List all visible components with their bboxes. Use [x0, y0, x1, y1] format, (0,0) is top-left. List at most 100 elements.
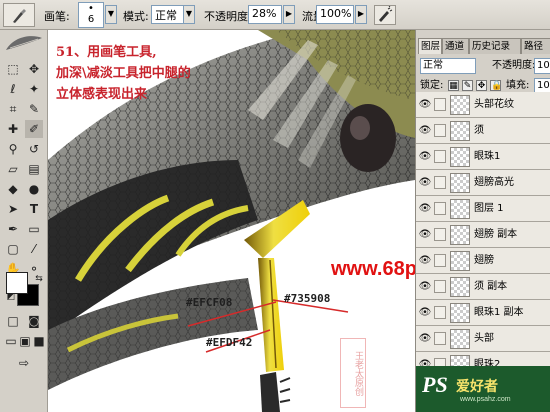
- mode-label: 模式:: [123, 10, 149, 23]
- flow-input[interactable]: 100%: [316, 5, 354, 24]
- airbrush-icon: [379, 5, 393, 22]
- photoshop-window: 画笔: • 6 ▼ 模式: 正常 ▼ 不透明度: 28% ▶ 流量: 100% …: [0, 0, 550, 412]
- tab-paths[interactable]: 路径: [521, 38, 550, 54]
- layer-name: 须 副本: [474, 281, 508, 292]
- jump-to-imageready-icon[interactable]: ⇨: [10, 354, 38, 372]
- standard-mode-icon[interactable]: □: [4, 312, 22, 330]
- screen-mode-full-icon[interactable]: ■: [30, 332, 48, 350]
- color-callout-light-yellow: #EFCF08: [186, 296, 233, 309]
- healing-brush-tool-icon[interactable]: ✚: [4, 120, 22, 138]
- instruction-text: 51、用画笔工具, 加深\减淡工具把中腿的 立体感表现出来: [56, 42, 191, 105]
- eye-icon[interactable]: 👁: [418, 98, 432, 112]
- mode-dropdown-arrow[interactable]: ▼: [183, 5, 195, 24]
- dodge-tool-icon[interactable]: ●: [25, 180, 43, 198]
- shape-tool-icon[interactable]: ▭: [25, 220, 43, 238]
- quick-mask-mode-icon[interactable]: ◙: [25, 312, 43, 330]
- lock-all-icon[interactable]: 🔒: [490, 80, 502, 91]
- eye-icon[interactable]: 👁: [418, 306, 432, 320]
- layer-name: 须: [474, 125, 484, 136]
- lock-position-icon[interactable]: ✥: [476, 80, 487, 91]
- crop-tool-icon[interactable]: ⌗: [4, 100, 22, 118]
- flow-dropdown-arrow[interactable]: ▶: [355, 5, 367, 24]
- site-watermark: www.68ps.com: [331, 258, 415, 280]
- layer-name: 头部: [474, 333, 494, 344]
- blur-tool-icon[interactable]: ◆: [4, 180, 22, 198]
- layer-opacity-label: 不透明度:: [492, 60, 536, 71]
- instruction-line-1: 51、用画笔工具,: [56, 45, 157, 60]
- eyedropper-tool-icon[interactable]: ⁄: [25, 240, 43, 258]
- eye-icon[interactable]: 👁: [418, 202, 432, 216]
- eye-icon[interactable]: 👁: [418, 124, 432, 138]
- pen-tool-icon[interactable]: ✒: [4, 220, 22, 238]
- opacity-dropdown-arrow[interactable]: ▶: [283, 5, 295, 24]
- default-colors-icon[interactable]: ◩: [2, 288, 20, 306]
- eye-icon[interactable]: 👁: [418, 150, 432, 164]
- psahz-logo: PS 爱好者 www.psahz.com: [416, 366, 550, 412]
- layer-name: 翅膀 副本: [474, 229, 518, 240]
- notes-tool-icon[interactable]: ▢: [4, 240, 22, 258]
- layer-row[interactable]: 👁 头部花纹: [416, 92, 550, 118]
- link-box[interactable]: [434, 228, 446, 241]
- history-brush-tool-icon[interactable]: ↺: [25, 140, 43, 158]
- link-box[interactable]: [434, 98, 446, 111]
- brush-picker[interactable]: • 6: [78, 2, 104, 28]
- opacity-input[interactable]: 28%: [248, 5, 282, 24]
- layer-name: 图层 1: [474, 203, 504, 214]
- link-box[interactable]: [434, 150, 446, 163]
- eye-icon[interactable]: 👁: [418, 228, 432, 242]
- eye-icon[interactable]: 👁: [418, 176, 432, 190]
- lock-transparency-icon[interactable]: ▦: [448, 80, 459, 91]
- eye-icon[interactable]: 👁: [418, 332, 432, 346]
- layer-row[interactable]: 👁 图层 1: [416, 196, 550, 222]
- color-callout-pale-yellow: #EFDF42: [206, 336, 253, 349]
- clone-stamp-tool-icon[interactable]: ⚲: [4, 140, 22, 158]
- panel-tabs: 图层 通道 历史记录 路径: [416, 38, 550, 54]
- tool-preset-picker[interactable]: [3, 3, 35, 27]
- layer-row[interactable]: 👁 须 副本: [416, 274, 550, 300]
- type-tool-icon[interactable]: T: [25, 200, 43, 218]
- eye-icon[interactable]: 👁: [418, 254, 432, 268]
- brush-dropdown-arrow[interactable]: ▼: [105, 5, 117, 24]
- eye-icon[interactable]: 👁: [418, 280, 432, 294]
- brush-tool-icon[interactable]: ✐: [25, 120, 43, 138]
- link-box[interactable]: [434, 254, 446, 267]
- layer-row[interactable]: 👁 翅膀: [416, 248, 550, 274]
- airbrush-toggle[interactable]: [374, 5, 396, 25]
- lasso-tool-icon[interactable]: ℓ: [4, 80, 22, 98]
- magic-wand-tool-icon[interactable]: ✦: [25, 80, 43, 98]
- layer-thumbnail: [450, 95, 470, 115]
- layer-name: 翅膀高光: [474, 177, 514, 188]
- link-box[interactable]: [434, 306, 446, 319]
- link-box[interactable]: [434, 176, 446, 189]
- eraser-tool-icon[interactable]: ▱: [4, 160, 22, 178]
- marquee-tool-icon[interactable]: ⬚: [4, 60, 22, 78]
- swap-colors-icon[interactable]: ⇆: [30, 270, 48, 288]
- layer-thumbnail: [450, 173, 470, 193]
- layer-row[interactable]: 👁 翅膀高光: [416, 170, 550, 196]
- link-box[interactable]: [434, 332, 446, 345]
- layer-row[interactable]: 👁 头部: [416, 326, 550, 352]
- layer-row[interactable]: 👁 眼珠1: [416, 144, 550, 170]
- link-box[interactable]: [434, 280, 446, 293]
- layer-opacity-input[interactable]: 100: [534, 58, 550, 74]
- blend-mode-select[interactable]: 正常: [420, 58, 476, 74]
- lock-paint-icon[interactable]: ✎: [462, 80, 473, 91]
- tab-channels[interactable]: 通道: [442, 38, 469, 54]
- layer-row[interactable]: 👁 须: [416, 118, 550, 144]
- instruction-line-2: 加深\减淡工具把中腿的: [56, 66, 191, 81]
- slice-tool-icon[interactable]: ✎: [25, 100, 43, 118]
- layer-row[interactable]: 👁 翅膀 副本: [416, 222, 550, 248]
- move-tool-icon[interactable]: ✥: [25, 60, 43, 78]
- tab-layers[interactable]: 图层: [418, 38, 442, 54]
- options-bar: 画笔: • 6 ▼ 模式: 正常 ▼ 不透明度: 28% ▶ 流量: 100% …: [0, 0, 550, 30]
- author-seal: 王老太原创: [340, 338, 366, 408]
- link-box[interactable]: [434, 202, 446, 215]
- path-selection-tool-icon[interactable]: ➤: [4, 200, 22, 218]
- layer-row[interactable]: 👁 眼珠1 副本: [416, 300, 550, 326]
- tab-history[interactable]: 历史记录: [469, 38, 521, 54]
- layer-thumbnail: [450, 329, 470, 349]
- document-canvas[interactable]: 51、用画笔工具, 加深\减淡工具把中腿的 立体感表现出来 www.68ps.c…: [48, 30, 415, 412]
- link-box[interactable]: [434, 124, 446, 137]
- gradient-tool-icon[interactable]: ▤: [25, 160, 43, 178]
- brush-size: 6: [87, 14, 95, 25]
